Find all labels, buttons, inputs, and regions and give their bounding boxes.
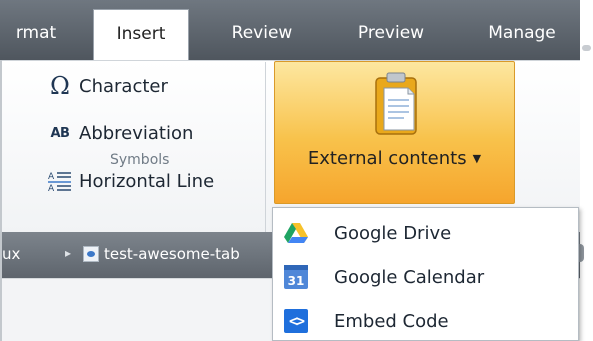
breadcrumb-arrow-icon: ▸ (65, 246, 72, 260)
window-edge (580, 0, 593, 341)
horizontal-line-icon: A A (45, 169, 75, 193)
menu-item-label: Google Drive (334, 222, 452, 244)
svg-text:A: A (48, 184, 55, 192)
group-separator (265, 62, 266, 232)
google-drive-icon (283, 220, 309, 246)
embed-code-icon: <> (283, 308, 309, 334)
external-contents-button[interactable]: External contents ▼ (274, 61, 515, 204)
tab-format[interactable]: rmat (0, 15, 72, 60)
omega-icon: Ω (50, 72, 70, 100)
horizontal-line-button[interactable]: A A Horizontal Line (45, 165, 214, 197)
menu-item-label: Embed Code (334, 310, 449, 332)
symbols-group-label: Symbols (110, 152, 170, 168)
breadcrumb-item-parent[interactable]: ux (2, 245, 20, 263)
horizontal-line-label: Horizontal Line (79, 170, 215, 192)
breadcrumb-item-current[interactable]: test-awesome-tab (104, 245, 240, 263)
menu-item-label: Google Calendar (334, 266, 485, 288)
code-glyph: <> (284, 309, 308, 333)
grip-handle[interactable] (582, 45, 591, 51)
tab-bar: rmat Insert Review Preview Manage (0, 0, 580, 61)
tab-manage[interactable]: Manage (468, 15, 576, 60)
external-contents-label: External contents ▼ (275, 148, 514, 169)
character-button[interactable]: Ω Character (45, 70, 168, 102)
tab-insert[interactable]: Insert (93, 9, 189, 61)
menu-item-google-calendar[interactable]: 31 Google Calendar (273, 255, 578, 299)
menu-item-google-drive[interactable]: Google Drive (273, 211, 578, 255)
tab-preview[interactable]: Preview (335, 15, 447, 60)
external-contents-text: External contents (307, 148, 467, 169)
google-calendar-icon: 31 (283, 264, 309, 290)
ab-icon: AB (50, 125, 70, 141)
chevron-down-icon: ▼ (472, 152, 482, 165)
clipboard-document-icon (375, 72, 417, 135)
tab-review[interactable]: Review (212, 15, 312, 60)
abbreviation-label: Abbreviation (79, 122, 194, 144)
app-window: rmat Insert Review Preview Manage Ω Char… (0, 0, 593, 341)
left-border (0, 60, 2, 341)
abbreviation-button[interactable]: AB Abbreviation (45, 117, 194, 149)
menu-item-embed-code[interactable]: <> Embed Code (273, 299, 578, 341)
external-contents-menu: Google Drive 31 Google Calendar <> Embed… (272, 207, 579, 341)
character-label: Character (79, 75, 168, 97)
calendar-badge: 31 (284, 265, 308, 289)
document-icon (83, 246, 99, 262)
svg-text:A: A (48, 172, 55, 182)
